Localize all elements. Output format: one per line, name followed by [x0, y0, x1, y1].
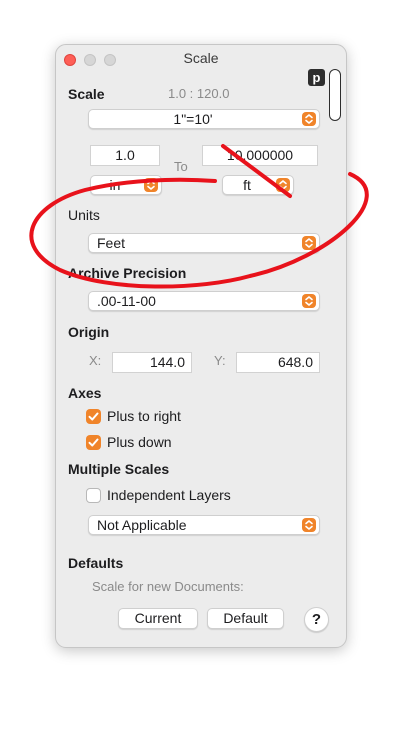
- archive-precision-popup[interactable]: .00-11-00: [88, 291, 320, 311]
- scrollbar[interactable]: [329, 69, 341, 121]
- defaults-header: Defaults: [68, 555, 124, 571]
- units-header: Units: [68, 207, 100, 223]
- left-unit-popup[interactable]: in: [90, 175, 162, 195]
- origin-x-label: X:: [89, 353, 102, 368]
- independent-layers-checkbox[interactable]: [86, 488, 101, 503]
- updown-chevron-icon: [144, 178, 158, 192]
- scale-header: Scale: [68, 86, 105, 102]
- window-title: Scale: [183, 50, 219, 66]
- updown-chevron-icon: [302, 518, 316, 532]
- plus-down-label: Plus down: [107, 434, 172, 450]
- current-button[interactable]: Current: [118, 608, 198, 629]
- left-unit-value: in: [109, 177, 121, 193]
- scale-preset-value: 1"=10': [173, 111, 213, 127]
- origin-y-label: Y:: [214, 353, 226, 368]
- right-unit-popup[interactable]: ft: [222, 175, 294, 195]
- plus-right-checkbox[interactable]: [86, 409, 101, 424]
- updown-chevron-icon: [302, 236, 316, 250]
- scale-window: Scale p Scale 1.0 : 120.0 1"=10' 1.0 To …: [55, 44, 347, 648]
- origin-y-field[interactable]: 648.0: [236, 352, 320, 373]
- updown-chevron-icon: [276, 178, 290, 192]
- origin-header: Origin: [68, 324, 110, 340]
- right-unit-value: ft: [243, 177, 251, 193]
- scale-preset-popup[interactable]: 1"=10': [88, 109, 320, 129]
- multiple-scales-header: Multiple Scales: [68, 461, 170, 477]
- to-label: To: [174, 159, 188, 174]
- defaults-note: Scale for new Documents:: [92, 579, 244, 594]
- origin-x-field[interactable]: 144.0: [112, 352, 192, 373]
- multiple-scales-popup[interactable]: Not Applicable: [88, 515, 320, 535]
- updown-chevron-icon: [302, 294, 316, 308]
- default-button[interactable]: Default: [207, 608, 284, 629]
- p-badge-icon[interactable]: p: [308, 69, 325, 86]
- help-button[interactable]: ?: [304, 607, 329, 632]
- checkmark-icon: [88, 412, 99, 421]
- archive-precision-header: Archive Precision: [68, 265, 187, 281]
- plus-down-checkbox[interactable]: [86, 435, 101, 450]
- archive-precision-value: .00-11-00: [97, 293, 156, 309]
- independent-layers-label: Independent Layers: [107, 487, 231, 503]
- multiple-scales-value: Not Applicable: [97, 517, 187, 533]
- scale-right-value-field[interactable]: 10.000000: [202, 145, 318, 166]
- axes-header: Axes: [68, 385, 102, 401]
- scale-ratio: 1.0 : 120.0: [168, 86, 230, 101]
- checkmark-icon: [88, 438, 99, 447]
- units-popup[interactable]: Feet: [88, 233, 320, 253]
- units-value: Feet: [97, 235, 126, 251]
- scale-left-value-field[interactable]: 1.0: [90, 145, 160, 166]
- updown-chevron-icon: [302, 112, 316, 126]
- plus-right-label: Plus to right: [107, 408, 181, 424]
